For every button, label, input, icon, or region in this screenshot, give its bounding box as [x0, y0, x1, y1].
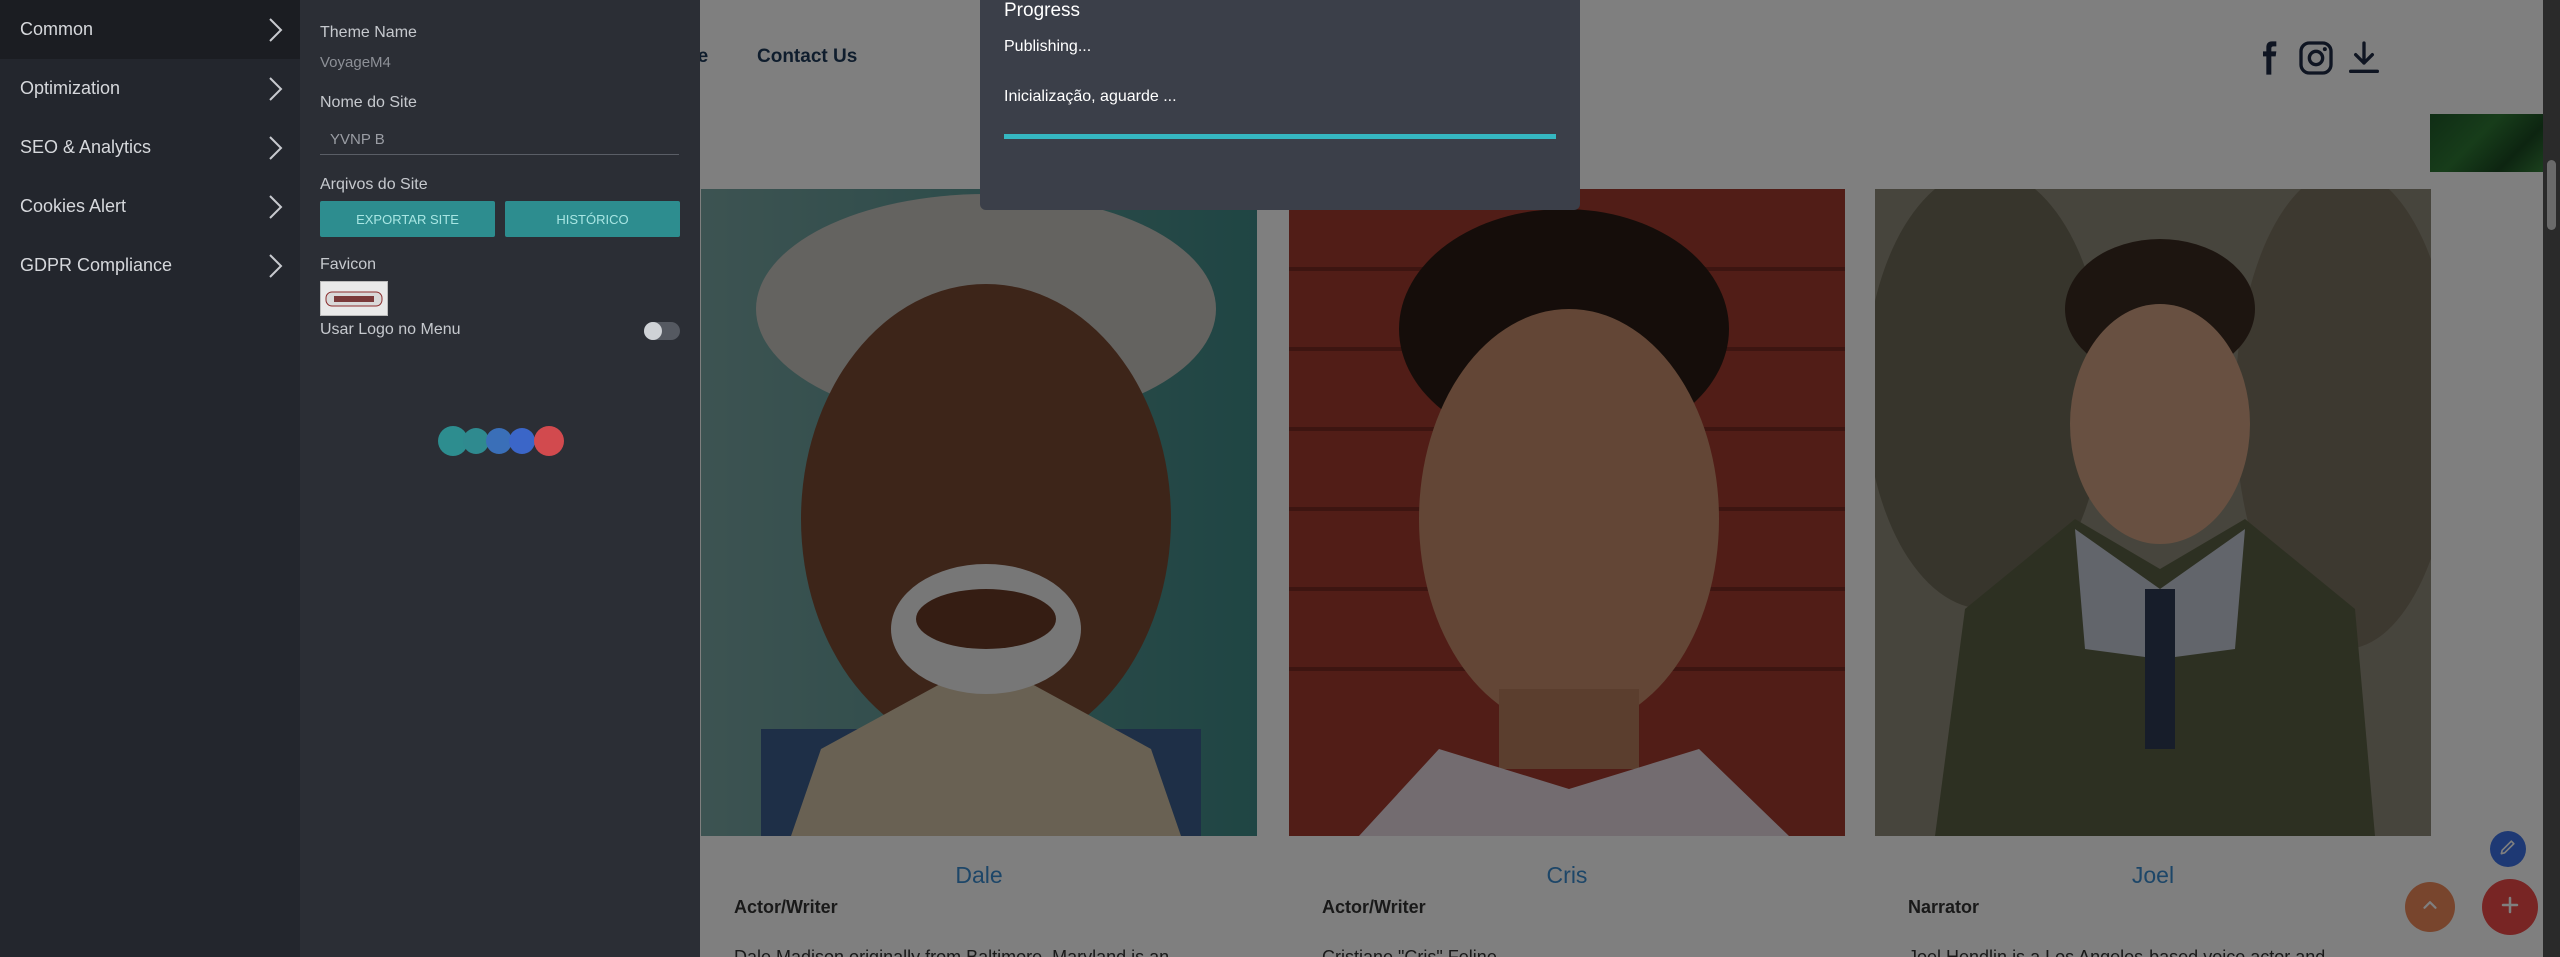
scrollbar-thumb[interactable] — [2547, 160, 2556, 230]
menu-item-cookies-alert[interactable]: Cookies Alert — [0, 177, 300, 236]
loading-spinner — [436, 424, 576, 458]
favicon-preview[interactable] — [320, 281, 388, 316]
chevron-right-icon — [264, 194, 286, 220]
chevron-right-icon — [264, 135, 286, 161]
chevron-right-icon — [264, 76, 286, 102]
menu-item-label: SEO & Analytics — [20, 137, 152, 157]
site-name-input[interactable] — [320, 125, 679, 155]
menu-item-label: Cookies Alert — [20, 196, 127, 216]
progress-message: Inicialização, aguarde ... — [1004, 88, 1177, 105]
menu-item-label: Common — [20, 19, 94, 39]
use-logo-label: Usar Logo no Menu — [320, 321, 461, 338]
menu-item-seo-analytics[interactable]: SEO & Analytics — [0, 118, 300, 177]
history-button[interactable]: HISTÓRICO — [505, 201, 680, 237]
site-files-label: Arqivos do Site — [320, 176, 428, 193]
theme-name-value: VoyageM4 — [320, 54, 391, 71]
page-scrollbar[interactable] — [2543, 0, 2560, 957]
progress-bar — [1004, 134, 1556, 139]
settings-menu: Common Optimization SEO & Analytics Cook… — [0, 0, 300, 957]
progress-title: Progress — [1004, 0, 1081, 21]
settings-panel: Theme Name VoyageM4 Nome do Site Arqivos… — [300, 0, 700, 957]
export-site-button[interactable]: EXPORTAR SITE — [320, 201, 495, 237]
menu-item-common[interactable]: Common — [0, 0, 300, 59]
favicon-label: Favicon — [320, 256, 377, 273]
menu-item-gdpr-compliance[interactable]: GDPR Compliance — [0, 236, 300, 295]
site-name-label: Nome do Site — [320, 94, 417, 111]
menu-item-label: GDPR Compliance — [20, 255, 173, 275]
chevron-right-icon — [264, 253, 286, 279]
menu-item-optimization[interactable]: Optimization — [0, 59, 300, 118]
toggle-knob — [644, 322, 662, 340]
progress-bar-fill — [1004, 134, 1556, 139]
use-logo-toggle[interactable] — [644, 322, 680, 340]
progress-status: Publishing... — [1004, 38, 1092, 55]
progress-dialog: Progress Publishing... Inicialização, ag… — [980, 0, 1580, 210]
theme-name-label: Theme Name — [320, 24, 417, 41]
chevron-right-icon — [264, 17, 286, 43]
menu-item-label: Optimization — [20, 78, 121, 98]
